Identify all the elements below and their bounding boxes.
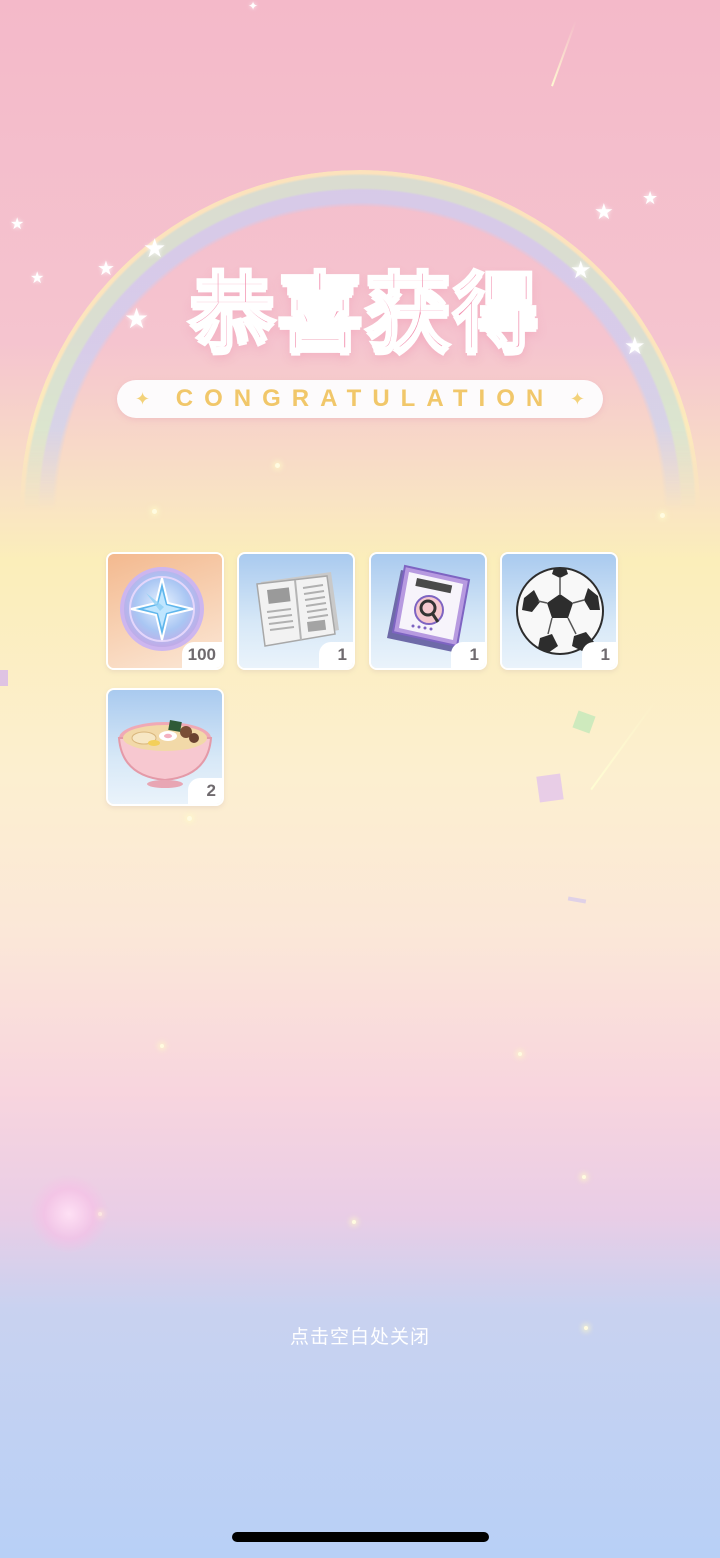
sparkle-decoration [160,1044,164,1048]
reward-title: 恭喜获得 [188,262,541,365]
reward-quantity: 1 [582,642,616,668]
reward-item-newspaper[interactable]: 1 [237,552,355,670]
reward-quantity: 1 [319,642,353,668]
star-decoration: ✦ [248,0,259,13]
congratulation-banner: ✦ CONGRATULATION ✦ [117,380,603,418]
star-decoration: ★ [642,188,659,209]
tap-to-close-hint[interactable]: 点击空白处关闭 [0,1322,720,1349]
sparkle-decoration [660,513,665,518]
sparkle-decoration [518,1052,522,1056]
star-decoration: ★ [10,214,25,233]
sparkle-decoration [275,463,280,468]
shooting-star-decoration [551,20,577,87]
sparkle-decoration [352,1220,356,1224]
star-decoration: ★ [594,200,614,225]
reward-item-soccer-ball[interactable]: 1 [500,552,618,670]
confetti-decoration [567,896,587,904]
confetti-decoration [536,773,564,803]
reward-quantity: 2 [188,778,222,804]
reward-item-star-coin[interactable]: 100 [106,552,224,670]
reward-popup-overlay[interactable]: ★ ★ ★ ★ ★ ★ ★ ★ ★ ✦ 恭喜获得 ✦ CONGRATULATIO… [0,0,720,1558]
sparkle-star-icon: ✦ [135,388,151,410]
reward-item-magazine[interactable]: 1 [369,552,487,670]
sparkle-decoration [152,509,157,514]
star-decoration: ★ [97,256,115,280]
reward-quantity: 1 [451,642,485,668]
congratulation-label: CONGRATULATION [175,385,555,412]
confetti-decoration [0,670,8,686]
star-decoration: ★ [624,332,646,360]
star-decoration: ★ [30,268,45,287]
home-indicator[interactable] [232,1532,489,1542]
reward-quantity: 100 [181,642,222,668]
sparkle-star-icon: ✦ [569,388,585,410]
glow-orb-decoration [30,1175,108,1253]
reward-item-ramen-bowl[interactable]: 2 [106,688,224,806]
sparkle-decoration [187,816,192,821]
sparkle-decoration [582,1175,586,1179]
